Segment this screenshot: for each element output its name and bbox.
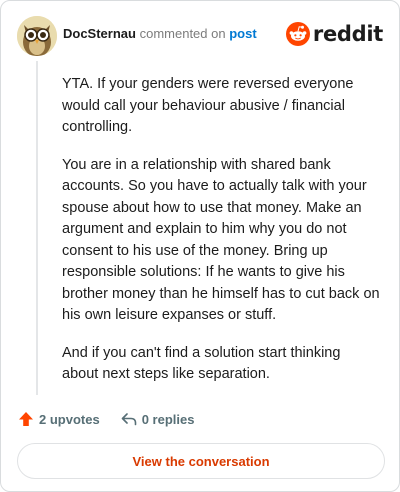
comment-header: DocSternau commented on post reddit <box>17 16 383 56</box>
upvote-button[interactable]: 2 upvotes <box>17 410 100 428</box>
author-name[interactable]: DocSternau <box>63 26 136 41</box>
reddit-snoo-icon <box>285 22 310 46</box>
post-link[interactable]: post <box>229 26 256 41</box>
reddit-brand[interactable]: reddit <box>285 21 383 47</box>
view-conversation-button[interactable]: View the conversation <box>17 443 385 479</box>
thread-line <box>36 61 38 395</box>
reply-button[interactable]: 0 replies <box>120 410 195 428</box>
reply-arrow-icon <box>121 413 136 426</box>
comment-actions: 2 upvotes 0 replies <box>17 409 194 429</box>
avatar[interactable] <box>17 16 57 56</box>
owl-avatar-icon <box>17 16 57 56</box>
comment-embed-card: DocSternau commented on post reddit YTA.… <box>0 0 400 492</box>
upvote-arrow-icon <box>19 412 33 426</box>
comment-paragraph: And if you can't find a solution start t… <box>62 344 341 383</box>
comment-paragraph: YTA. If your genders were reversed every… <box>62 76 354 135</box>
comment-body: YTA. If your genders were reversed every… <box>62 74 380 402</box>
comment-paragraph: You are in a relationship with shared ba… <box>62 156 380 324</box>
author-line: DocSternau commented on post <box>63 26 257 42</box>
commented-on-text: commented on <box>139 26 226 41</box>
upvote-count: 2 upvotes <box>39 411 100 427</box>
reddit-wordmark: reddit <box>312 22 383 46</box>
reply-count: 0 replies <box>141 411 195 427</box>
